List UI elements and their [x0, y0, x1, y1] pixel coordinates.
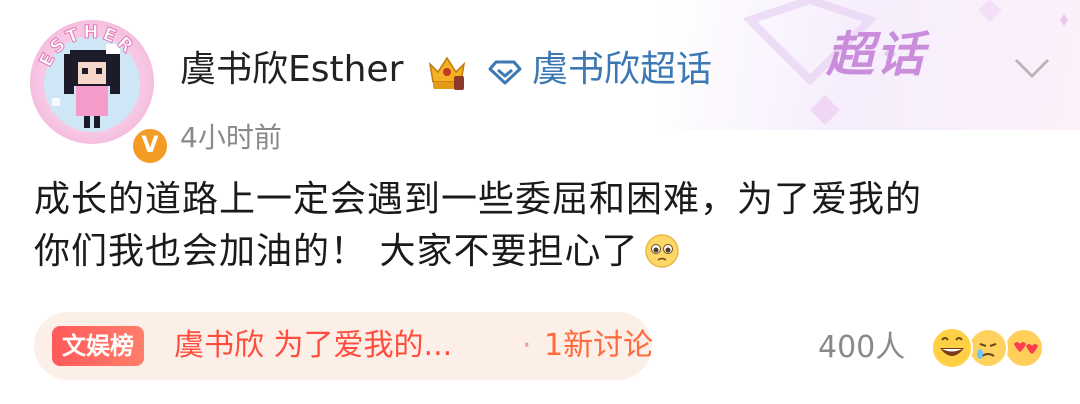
heart-face-icon	[1004, 328, 1044, 368]
author-name[interactable]: 虞书欣Esther	[180, 48, 403, 92]
post-text-line-2: 你们我也会加油的！ 大家不要担心了	[34, 226, 1044, 278]
grinning-face-icon	[931, 327, 973, 369]
hot-topic-pill[interactable]: 文娱榜 虞书欣 为了爱我的... · 1新讨论	[34, 312, 654, 380]
post-text-line-2-text: 你们我也会加油的！ 大家不要担心了	[34, 231, 639, 272]
svg-text:ESTHER: ESTHER	[35, 22, 139, 71]
post-timestamp: 4小时前	[180, 121, 282, 154]
super-topic-link[interactable]: 虞书欣超话	[532, 48, 712, 92]
topic-separator: ·	[522, 328, 532, 363]
post-text-line-1: 成长的道路上一定会遇到一些委屈和困难，为了爱我的	[34, 179, 923, 220]
crown-badge-icon[interactable]	[426, 52, 468, 94]
super-topic-deco-label: 超话	[826, 27, 927, 83]
avatar-arc-label: ESTHER	[35, 21, 139, 71]
topic-discussion-count: 1新讨论	[544, 328, 654, 363]
super-topic-diamond-icon	[488, 60, 522, 85]
reaction-count[interactable]: 400人	[818, 328, 905, 368]
verified-badge: V	[130, 126, 170, 166]
entertainment-rank-badge: 文娱榜	[52, 326, 144, 366]
pleading-face-icon	[645, 234, 680, 268]
reaction-emoji-stack[interactable]	[928, 324, 1048, 372]
chevron-down-icon[interactable]	[1012, 56, 1052, 80]
crying-face-icon	[968, 328, 1008, 368]
topic-title: 虞书欣 为了爱我的...	[174, 328, 453, 363]
post-content: 成长的道路上一定会遇到一些委屈和困难，为了爱我的 你们我也会加油的！ 大家不要担…	[34, 174, 1044, 278]
avatar[interactable]: ESTHER V	[30, 20, 170, 166]
